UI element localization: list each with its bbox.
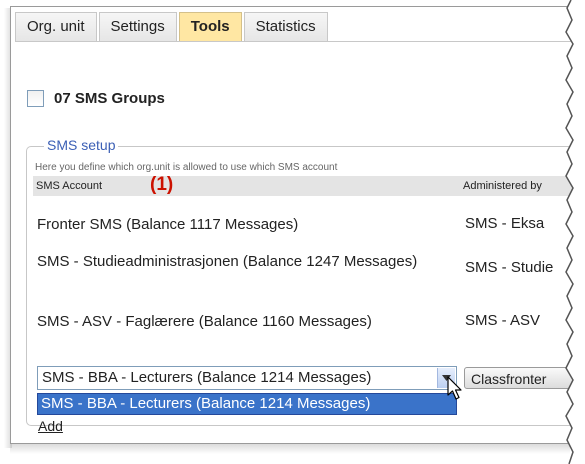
- sms-setup-legend: SMS setup: [44, 137, 119, 153]
- table-row-account: SMS - ASV - Faglærere (Balance 1160 Mess…: [37, 313, 372, 330]
- group-header: 07 SMS Groups: [27, 90, 165, 107]
- group-title: 07 SMS Groups: [54, 90, 165, 107]
- table-row-admin: SMS - Studie: [465, 259, 554, 276]
- annotation-callout: (1): [150, 174, 174, 195]
- table-row-account: SMS - Studieadministrasjonen (Balance 12…: [37, 253, 418, 270]
- table-row-account: Fronter SMS (Balance 1117 Messages): [37, 216, 299, 233]
- tab-statistics[interactable]: Statistics: [243, 12, 328, 41]
- tab-settings[interactable]: Settings: [98, 12, 177, 41]
- dropdown-list: SMS - BBA - Lecturers (Balance 1214 Mess…: [37, 393, 457, 415]
- tab-tools[interactable]: Tools: [178, 12, 242, 41]
- column-header-administered-by: Administered by: [463, 180, 542, 192]
- tab-bar: Org. unit Settings Tools Statistics: [15, 12, 330, 41]
- sms-setup-hint: Here you define which org.unit is allowe…: [35, 162, 338, 173]
- tab-underline: [15, 41, 575, 42]
- torn-edge-decoration: [565, 0, 585, 464]
- table-row-admin: SMS - Eksa: [465, 215, 545, 232]
- tab-org-unit[interactable]: Org. unit: [15, 12, 97, 41]
- sms-account-select[interactable]: SMS - BBA - Lecturers (Balance 1214 Mess…: [37, 366, 457, 390]
- add-link[interactable]: Add: [38, 418, 63, 434]
- dropdown-option[interactable]: SMS - BBA - Lecturers (Balance 1214 Mess…: [41, 395, 370, 412]
- select-value: SMS - BBA - Lecturers (Balance 1214 Mess…: [42, 369, 372, 386]
- table-row-admin: SMS - ASV: [465, 312, 541, 329]
- column-header-account: SMS Account: [36, 180, 103, 192]
- mouse-pointer-icon: [447, 376, 462, 400]
- checkbox-icon[interactable]: [27, 90, 44, 107]
